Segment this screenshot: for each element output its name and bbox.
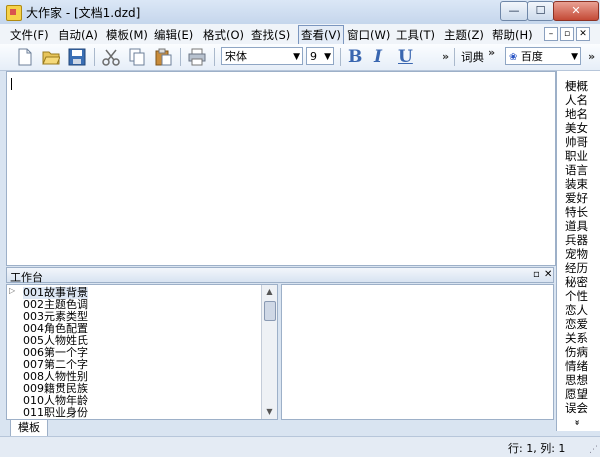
save-icon[interactable] (68, 48, 86, 66)
tag-item[interactable]: 爱好 (565, 191, 588, 206)
tree-expand-icon[interactable]: ▷ (9, 286, 15, 295)
workspace-header: 工作台 ▫ ✕ (6, 267, 554, 284)
font-size-value: 9 (310, 50, 317, 63)
tag-item[interactable]: 伤病 (565, 345, 588, 360)
tag-item[interactable]: 宠物 (565, 247, 588, 262)
resize-grip-icon[interactable]: ⋰ (589, 445, 598, 455)
toolbar-separator (180, 48, 181, 66)
tag-panel-more-button[interactable]: » (568, 420, 583, 426)
scroll-down-icon[interactable]: ▼ (262, 405, 277, 419)
tag-item[interactable]: 特长 (565, 205, 588, 220)
menu-auto[interactable]: 自动(A) (58, 27, 98, 43)
menu-format[interactable]: 格式(O) (203, 27, 244, 43)
search-engine-select[interactable]: ❀ 百度 ▼ (505, 47, 581, 65)
dictionary-button[interactable]: 词典 (461, 49, 484, 65)
font-name-value: 宋体 (225, 50, 247, 63)
mdi-minimize-button[interactable]: – (544, 27, 558, 41)
paw-icon: ❀ (509, 52, 518, 63)
paste-icon[interactable] (154, 48, 172, 66)
tag-item[interactable]: 秘密 (565, 275, 588, 290)
tag-item[interactable]: 梗概 (565, 79, 588, 94)
workspace-detail-pane[interactable] (281, 284, 554, 420)
toolbar-separator (214, 48, 215, 66)
window-title: 大作家 - [文档1.dzd] (26, 6, 141, 20)
workspace-title: 工作台 (10, 271, 43, 284)
tag-panel: 梗概 人名 地名 美女 帅哥 职业 语言 装束 爱好 特长 道具 兵器 宠物 经… (556, 71, 600, 431)
scroll-thumb[interactable] (264, 301, 276, 321)
tag-item[interactable]: 经历 (565, 261, 588, 276)
menu-view[interactable]: 查看(V) (298, 25, 344, 45)
menu-help[interactable]: 帮助(H) (492, 27, 533, 43)
tag-item[interactable]: 美女 (565, 121, 588, 136)
pin-icon[interactable]: ▫ (533, 269, 540, 280)
tree-item[interactable]: 011职业身份 (23, 407, 88, 419)
workspace-close-icon[interactable]: ✕ (544, 269, 552, 280)
maximize-button[interactable]: ☐ (527, 1, 554, 21)
tag-item[interactable]: 语言 (565, 163, 588, 178)
menu-bar: 文件(F) 自动(A) 模板(M) 编辑(E) 格式(O) 查找(S) 查看(V… (0, 24, 600, 45)
bold-button[interactable]: B (348, 47, 362, 67)
tag-item[interactable]: 兵器 (565, 233, 588, 248)
tag-item[interactable]: 恋爱 (565, 317, 588, 332)
tag-item[interactable]: 地名 (565, 107, 588, 122)
tag-item[interactable]: 恋人 (565, 303, 588, 318)
mdi-restore-button[interactable]: ▫ (560, 27, 574, 41)
chevron-down-icon: ▼ (571, 52, 578, 62)
mdi-close-button[interactable]: ✕ (576, 27, 590, 41)
copy-icon[interactable] (128, 48, 146, 66)
status-bar: 行: 1, 列: 1 ⋰ (0, 436, 600, 457)
menu-tools[interactable]: 工具(T) (396, 27, 435, 43)
menu-edit[interactable]: 编辑(E) (154, 27, 193, 43)
print-icon[interactable] (188, 48, 206, 66)
search-engine-value: 百度 (520, 50, 543, 63)
chevron-down-icon: ▼ (293, 52, 300, 62)
menu-find[interactable]: 查找(S) (251, 27, 290, 43)
toolbar: 宋体 ▼ 9 ▼ B I U » 词典 » ❀ 百度 ▼ » (0, 44, 600, 71)
menu-theme[interactable]: 主题(Z) (444, 27, 484, 43)
tag-item[interactable]: 人名 (565, 93, 588, 108)
app-icon (6, 5, 22, 21)
menu-file[interactable]: 文件(F) (10, 27, 49, 43)
open-folder-icon[interactable] (42, 48, 60, 66)
tag-item[interactable]: 帅哥 (565, 135, 588, 150)
cut-icon[interactable] (102, 48, 120, 66)
tag-item[interactable]: 职业 (565, 149, 588, 164)
tag-item[interactable]: 装束 (565, 177, 588, 192)
toolbar-overflow-right-button[interactable]: » (588, 50, 595, 63)
scroll-up-icon[interactable]: ▲ (262, 285, 277, 299)
tree-scrollbar[interactable]: ▲ ▼ (261, 285, 277, 419)
tab-template[interactable]: 模板 (10, 420, 48, 437)
font-size-select[interactable]: 9 ▼ (306, 47, 334, 65)
toolbar-separator (94, 48, 95, 66)
toolbar-overflow-button[interactable]: » (442, 50, 449, 63)
tag-item[interactable]: 愿望 (565, 387, 588, 402)
text-caret (11, 78, 12, 90)
app-window: 大作家 - [文档1.dzd] — ☐ ✕ 文件(F) 自动(A) 模板(M) … (0, 0, 600, 457)
menu-window[interactable]: 窗口(W) (347, 27, 390, 43)
font-name-select[interactable]: 宋体 ▼ (221, 47, 303, 65)
workspace-tree: ▷ 001故事背景 002主题色调 003元素类型 004角色配置 005人物姓… (6, 284, 278, 420)
italic-button[interactable]: I (374, 47, 382, 67)
cursor-position: 行: 1, 列: 1 (508, 442, 566, 455)
tag-item[interactable]: 误会 (565, 401, 588, 416)
underline-button[interactable]: U (398, 47, 413, 67)
tag-item[interactable]: 道具 (565, 219, 588, 234)
toolbar-separator (340, 48, 341, 66)
tag-item[interactable]: 个性 (565, 289, 588, 304)
minimize-button[interactable]: — (500, 1, 528, 21)
dictionary-overflow-button[interactable]: » (488, 46, 495, 59)
chevron-down-icon: ▼ (324, 52, 331, 62)
new-document-icon[interactable] (16, 48, 34, 66)
tag-item[interactable]: 思想 (565, 373, 588, 388)
document-editor[interactable] (6, 71, 556, 266)
title-bar[interactable]: 大作家 - [文档1.dzd] — ☐ ✕ (0, 0, 600, 24)
toolbar-separator (454, 48, 455, 66)
menu-template[interactable]: 模板(M) (106, 27, 148, 43)
tag-item[interactable]: 关系 (565, 331, 588, 346)
close-button[interactable]: ✕ (553, 1, 599, 21)
tag-item[interactable]: 情绪 (565, 359, 588, 374)
